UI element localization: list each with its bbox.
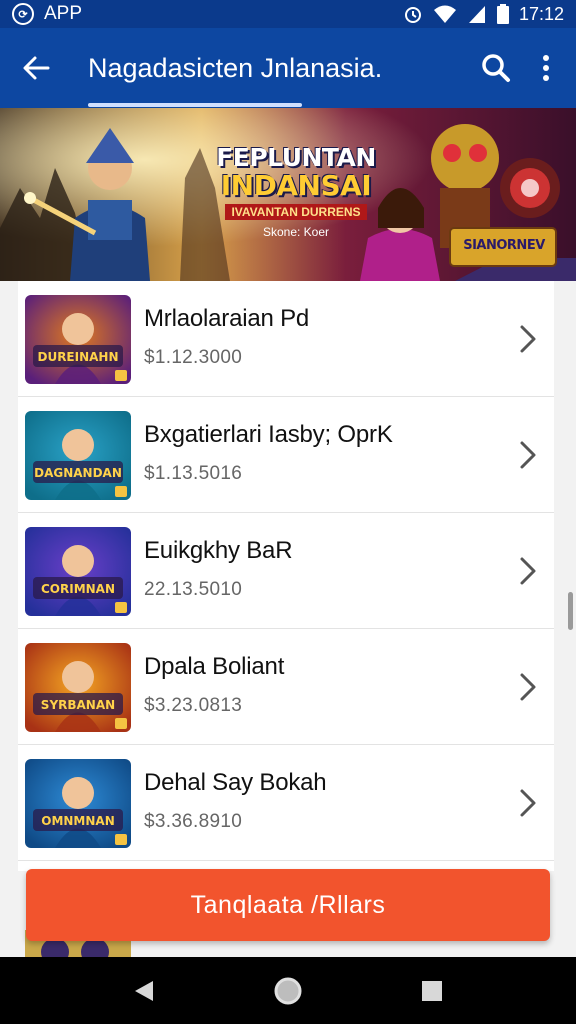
banner-title-line1: FEPLUNTAN (216, 143, 376, 172)
page-title: Nagadasicten Jnlanasia. (88, 52, 383, 83)
item-price: $1.12.3000 (144, 347, 243, 368)
item-thumbnail: OMNMNAN (25, 759, 131, 848)
app-logo-icon: ⟳ (12, 3, 34, 25)
nav-recents-button[interactable] (407, 966, 457, 1016)
screen: ⟳ APP 17:12 Nagadasicten Jnlanasia. FEPL… (0, 0, 576, 1024)
status-bar: ⟳ APP 17:12 (0, 0, 576, 28)
item-text: Dpala Boliant $3.23.0813 (144, 653, 284, 717)
alarm-icon (404, 7, 421, 23)
list-item[interactable]: OMNMNAN Dehal Say Bokah $3.36.8910 (18, 745, 554, 861)
signal-icon (468, 6, 485, 23)
item-thumbnail-text: DAGNANDAN (34, 466, 122, 480)
item-thumbnail: CORIMNAN (25, 527, 131, 616)
item-title: Mrlaolaraian Pd (144, 305, 310, 332)
item-thumbnail: SYRBANAN (25, 643, 131, 732)
back-arrow-icon (23, 56, 50, 80)
banner-tag: Skone: Koer (262, 225, 330, 239)
list-item[interactable]: CORIMNAN Euikgkhy BaR 22.13.5010 (18, 513, 554, 629)
status-app-label: APP (44, 3, 83, 24)
chevron-right-icon (514, 785, 542, 821)
app-bar: Nagadasicten Jnlanasia. (0, 28, 576, 108)
item-title: Dehal Say Bokah (144, 769, 327, 796)
chevron-right-icon (514, 321, 542, 357)
more-vert-icon (543, 55, 549, 81)
status-right: 17:12 (403, 4, 564, 25)
chevron-right-icon (514, 553, 542, 589)
item-text: Bxgatierlari Iasby; OprK $1.13.5016 (144, 421, 393, 485)
item-thumbnail-text: CORIMNAN (41, 582, 115, 596)
item-title: Bxgatierlari Iasby; OprK (144, 421, 393, 448)
recents-square-icon (422, 980, 442, 1001)
banner-title-line2: INDANSAI (220, 169, 372, 202)
nav-back-button[interactable] (119, 966, 169, 1016)
item-price: $3.36.8910 (144, 811, 243, 832)
nav-home-button[interactable] (263, 966, 313, 1016)
scrollbar[interactable] (568, 592, 573, 630)
item-text: Euikgkhy BaR 22.13.5010 (144, 537, 293, 601)
game-list: DUREINAHN Mrlaolaraian Pd $1.12.3000 DAG… (18, 281, 554, 871)
more-options-button[interactable] (526, 28, 566, 108)
status-left: ⟳ APP (12, 3, 82, 25)
item-price: 22.13.5010 (144, 579, 243, 600)
item-thumbnail: DUREINAHN (25, 295, 131, 384)
item-thumbnail: DAGNANDAN (25, 411, 131, 500)
banner-logo-text: SIANORNEV (463, 238, 545, 253)
battery-icon (496, 4, 509, 24)
item-title: Euikgkhy BaR (144, 537, 293, 564)
chevron-right-icon (514, 437, 542, 473)
item-title: Dpala Boliant (144, 653, 285, 680)
back-triangle-icon (135, 980, 153, 1001)
search-button[interactable] (466, 28, 526, 108)
system-nav-bar (0, 957, 576, 1024)
tab-indicator (88, 103, 302, 107)
item-thumbnail-text: SYRBANAN (41, 698, 115, 712)
wifi-icon (433, 5, 456, 23)
chevron-right-icon (514, 669, 542, 705)
list-item[interactable]: DUREINAHN Mrlaolaraian Pd $1.12.3000 (18, 281, 554, 397)
item-thumbnail-text: OMNMNAN (41, 814, 115, 828)
list-item[interactable]: DAGNANDAN Bxgatierlari Iasby; OprK $1.13… (18, 397, 554, 513)
item-text: Dehal Say Bokah $3.36.8910 (144, 769, 327, 833)
list-item[interactable]: SYRBANAN Dpala Boliant $3.23.0813 (18, 629, 554, 745)
item-price: $1.13.5016 (144, 463, 243, 484)
status-time: 17:12 (518, 3, 564, 24)
back-button[interactable] (0, 28, 72, 108)
home-circle-icon (274, 977, 302, 1004)
item-thumbnail-text: DUREINAHN (37, 350, 118, 364)
search-icon (482, 54, 510, 82)
promo-banner[interactable]: FEPLUNTAN INDANSAI IVAVANTAN DURRENS Sko… (0, 108, 576, 281)
item-price: $3.23.0813 (144, 695, 243, 716)
banner-subtitle: IVAVANTAN DURRENS (225, 204, 367, 220)
item-text: Mrlaolaraian Pd $1.12.3000 (144, 305, 309, 369)
banner-text-block: FEPLUNTAN INDANSAI IVAVANTAN DURRENS Sko… (206, 143, 386, 240)
primary-action-button[interactable]: Tanqlaata /Rllars (26, 869, 550, 941)
